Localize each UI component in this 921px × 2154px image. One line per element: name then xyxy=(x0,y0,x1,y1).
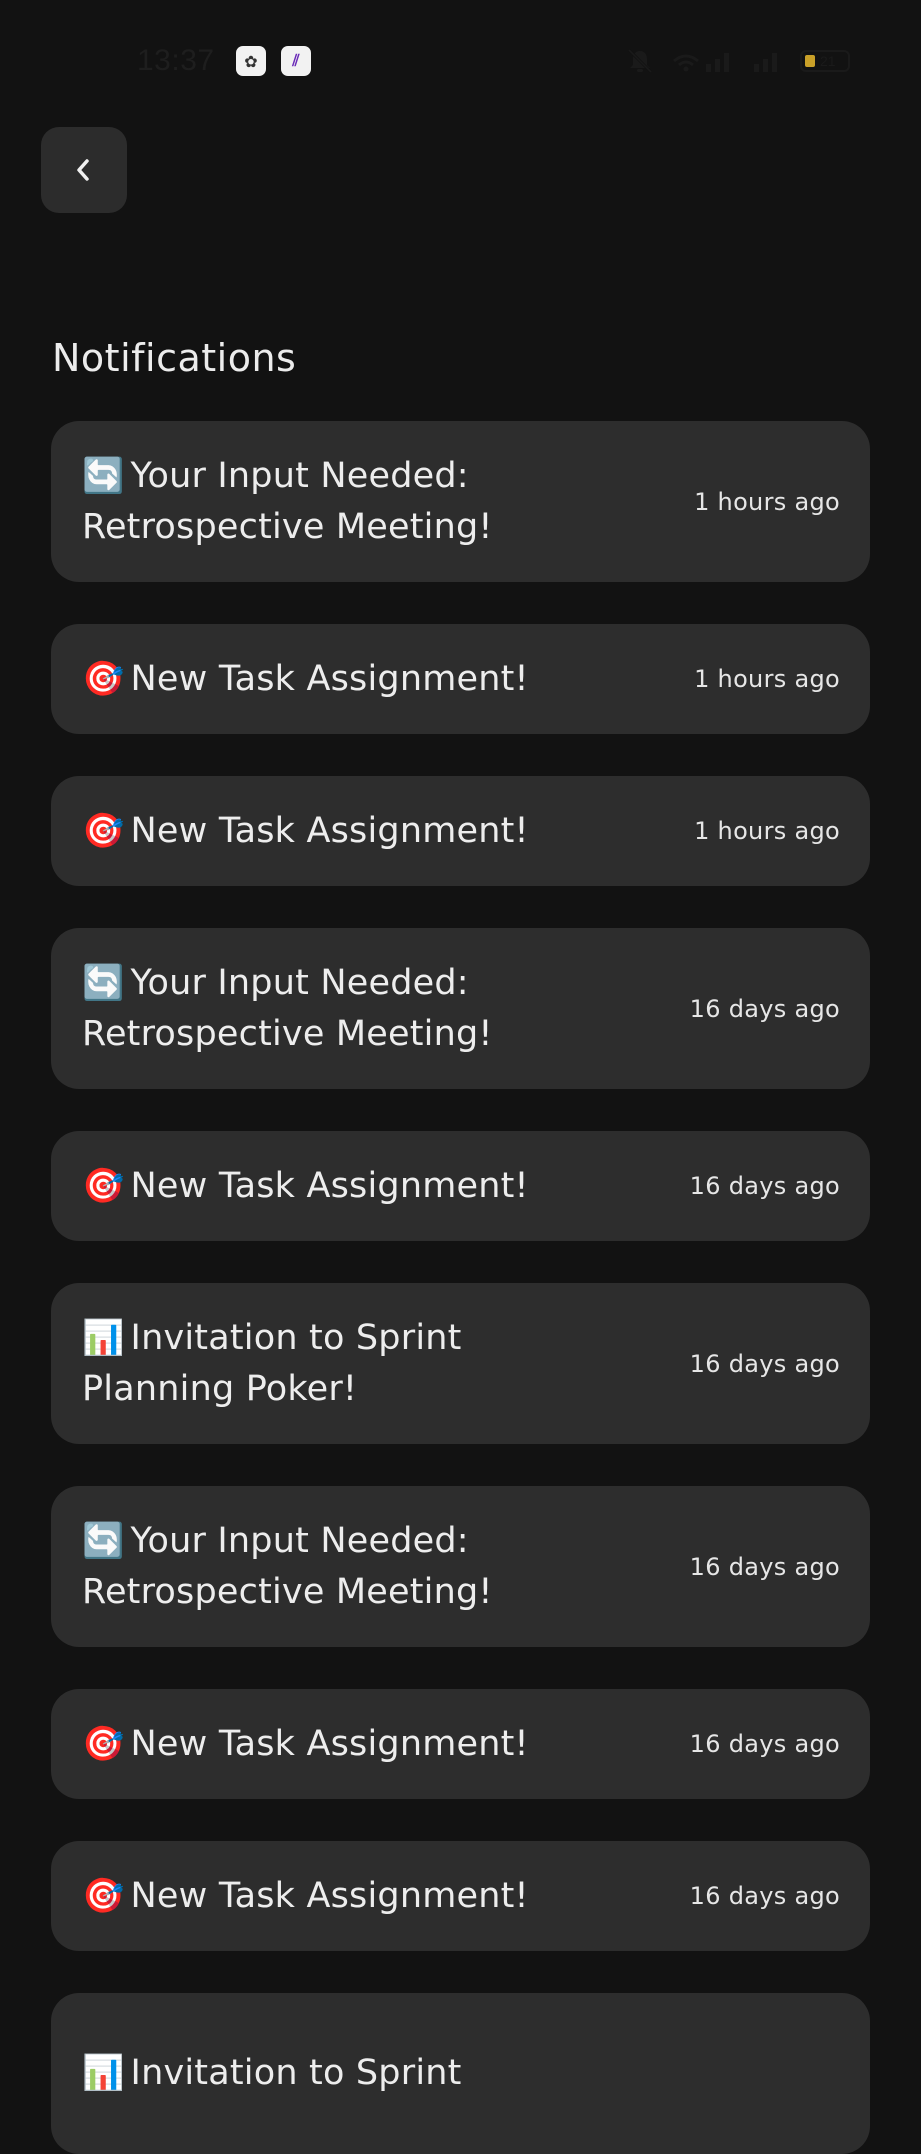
chevron-left-icon xyxy=(77,159,89,181)
notification-title: Invitation to Sprint xyxy=(130,2053,462,2093)
target-icon: 🎯 xyxy=(82,1723,125,1764)
notification-card[interactable]: 🎯 New Task Assignment! 16 days ago xyxy=(51,1689,870,1799)
app-notification-icon: ✿ xyxy=(236,46,266,76)
notification-title-wrap: 🎯 New Task Assignment! xyxy=(82,1161,529,1212)
bar-chart-icon: 📊 xyxy=(82,2053,125,2093)
notification-title: Your Input Needed: Retrospective Meeting… xyxy=(82,962,493,1054)
notification-time: 16 days ago xyxy=(689,994,840,1023)
wifi-signal-icon xyxy=(673,53,729,72)
notification-title: New Task Assignment! xyxy=(130,658,529,699)
mute-icon xyxy=(627,48,653,74)
notification-title-wrap: 🔄 Your Input Needed: Retrospective Meetin… xyxy=(82,958,552,1060)
status-bar: 13:37 ✿ ⫽ 21 xyxy=(0,0,921,124)
notification-title: Your Input Needed: Retrospective Meeting… xyxy=(82,1520,493,1612)
notification-card[interactable]: 🔄 Your Input Needed: Retrospective Meetin… xyxy=(51,928,870,1089)
notification-title-wrap: 📊 Invitation to Sprint Planning Poker! xyxy=(82,1313,552,1415)
notification-card[interactable]: 🔄 Your Input Needed: Retrospective Meetin… xyxy=(51,1486,870,1647)
target-icon: 🎯 xyxy=(82,810,125,851)
back-button[interactable] xyxy=(41,127,127,213)
notification-title: New Task Assignment! xyxy=(130,1723,529,1764)
bar-chart-icon: 📊 xyxy=(82,1317,125,1358)
notification-card[interactable]: 🎯 New Task Assignment! 16 days ago xyxy=(51,1841,870,1951)
notification-title-wrap: 🎯 New Task Assignment! xyxy=(82,1871,529,1922)
notification-title-wrap: 🎯 New Task Assignment! xyxy=(82,1719,529,1770)
notification-time: 1 hours ago xyxy=(694,487,840,516)
target-icon: 🎯 xyxy=(82,658,125,699)
notification-time: 1 hours ago xyxy=(694,665,840,693)
app-notification-icon-2: ⫽ xyxy=(281,46,311,76)
notification-title-wrap: 🔄 Your Input Needed: Retrospective Meetin… xyxy=(82,1516,552,1618)
target-icon: 🎯 xyxy=(82,1875,125,1916)
notification-time: 16 days ago xyxy=(689,1172,840,1200)
notification-time: 16 days ago xyxy=(689,1882,840,1910)
notification-card[interactable]: 📊 Invitation to Sprint Planning Poker! 16… xyxy=(51,1283,870,1444)
repeat-arrows-icon: 🔄 xyxy=(82,962,125,1003)
notification-card[interactable]: 🔄 Your Input Needed: Retrospective Meetin… xyxy=(51,421,870,582)
repeat-arrows-icon: 🔄 xyxy=(82,455,125,496)
notification-card[interactable]: 🎯 New Task Assignment! 1 hours ago xyxy=(51,624,870,734)
cell-signal-icon xyxy=(754,53,777,72)
notification-title-wrap: 📊 Invitation to Sprint xyxy=(82,2048,462,2099)
notification-title: Invitation to Sprint Planning Poker! xyxy=(82,1317,462,1409)
notification-title: New Task Assignment! xyxy=(130,1165,529,1206)
notification-time: 16 days ago xyxy=(689,1349,840,1378)
notification-title: New Task Assignment! xyxy=(130,810,529,851)
notification-title: Your Input Needed: Retrospective Meeting… xyxy=(82,455,493,547)
target-icon: 🎯 xyxy=(82,1165,125,1206)
notification-title: New Task Assignment! xyxy=(130,1875,529,1916)
battery-level: 21 xyxy=(820,53,836,69)
notification-title-wrap: 🎯 New Task Assignment! xyxy=(82,806,529,857)
notification-title-wrap: 🔄 Your Input Needed: Retrospective Meetin… xyxy=(82,451,552,553)
status-icons: 21 xyxy=(626,48,850,74)
notification-time: 16 days ago xyxy=(689,1552,840,1581)
battery-fill xyxy=(805,55,815,67)
repeat-arrows-icon: 🔄 xyxy=(82,1520,125,1561)
notification-title-wrap: 🎯 New Task Assignment! xyxy=(82,654,529,705)
notification-time: 1 hours ago xyxy=(694,817,840,845)
notification-card[interactable]: 📊 Invitation to Sprint xyxy=(51,1993,870,2154)
page-title: Notifications xyxy=(52,336,297,380)
notification-list: 🔄 Your Input Needed: Retrospective Meetin… xyxy=(51,421,870,2154)
notification-time: 16 days ago xyxy=(689,1730,840,1758)
notification-card[interactable]: 🎯 New Task Assignment! 1 hours ago xyxy=(51,776,870,886)
battery-icon: 21 xyxy=(800,50,850,72)
status-time: 13:37 xyxy=(137,44,215,77)
notification-card[interactable]: 🎯 New Task Assignment! 16 days ago xyxy=(51,1131,870,1241)
